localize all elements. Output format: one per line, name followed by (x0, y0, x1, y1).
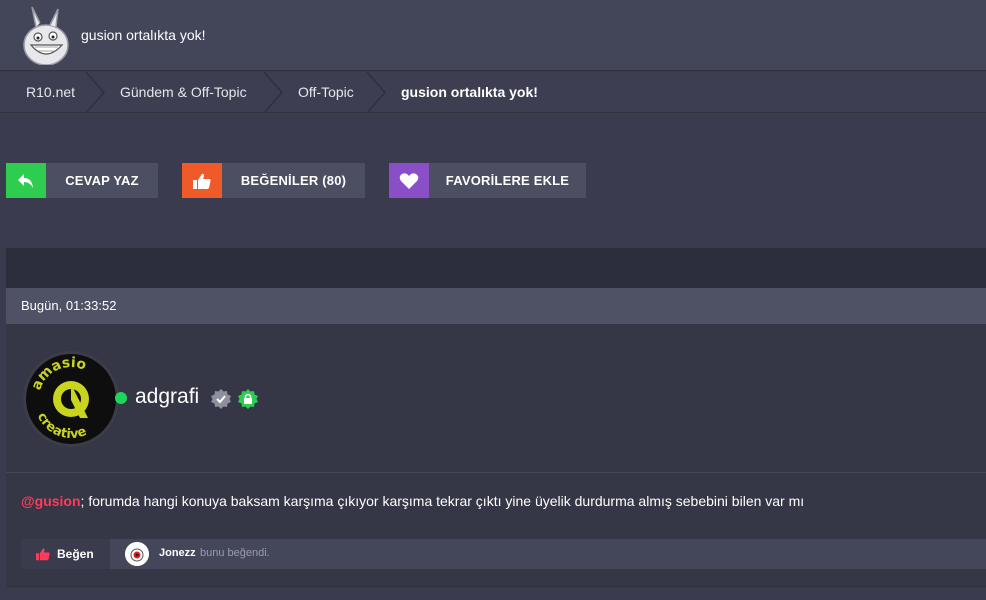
chevron-right-icon (264, 72, 283, 113)
like-button-label: Beğen (57, 547, 94, 561)
like-button[interactable]: Beğen (21, 539, 110, 569)
breadcrumb-item-current: gusion ortalıkta yok! (401, 84, 538, 100)
breadcrumb-item-offtopic[interactable]: Off-Topic (298, 72, 354, 113)
thumbs-up-icon (182, 163, 222, 198)
post-date: Bugün, 01:33:52 (21, 298, 117, 313)
liker-name[interactable]: Jonezz (159, 547, 196, 559)
reply-button[interactable]: CEVAP YAZ (6, 163, 158, 198)
likes-button[interactable]: BEĞENİLER (80) (182, 163, 365, 198)
post-message-text: ; forumda hangi konuya baksam karşıma çı… (80, 493, 805, 509)
liker-text: bunu beğendi. (200, 547, 270, 559)
post-header-band (6, 248, 986, 288)
page-title: gusion ortalıkta yok! (81, 27, 206, 43)
heart-icon (389, 163, 429, 198)
add-favorite-button[interactable]: FAVORİLERE EKLE (389, 163, 586, 198)
breadcrumb-item-home[interactable]: R10.net (26, 72, 75, 113)
liker-avatar[interactable] (125, 542, 149, 566)
post-divider (6, 472, 986, 473)
breadcrumb-item-gundem[interactable]: Gündem & Off-Topic (120, 72, 247, 113)
thumbs-up-icon (36, 548, 50, 561)
online-status-indicator (115, 392, 127, 404)
verified-badge-icon (211, 389, 231, 409)
breadcrumb: R10.net Gündem & Off-Topic Off-Topic gus… (0, 72, 986, 113)
reply-arrow-icon (6, 163, 46, 198)
site-logo-icon[interactable] (20, 5, 72, 65)
post-message: @gusion; forumda hangi konuya baksam kar… (21, 493, 804, 509)
user-mention[interactable]: @gusion (21, 493, 81, 509)
page-bottom (6, 586, 986, 600)
add-favorite-button-label: FAVORİLERE EKLE (445, 173, 570, 188)
user-avatar[interactable]: amasio creative (22, 350, 120, 448)
lock-badge-icon (238, 389, 258, 409)
page-header: gusion ortalıkta yok! (0, 0, 986, 71)
chevron-right-icon (86, 72, 105, 113)
likes-button-label: BEĞENİLER (80) (240, 173, 347, 188)
like-bar: Beğen Jonezz bunu beğendi. (21, 539, 986, 569)
post-date-bar: Bugün, 01:33:52 (6, 288, 986, 324)
chevron-right-icon (367, 72, 386, 113)
reply-button-label: CEVAP YAZ (65, 173, 139, 188)
username[interactable]: adgrafi (135, 385, 199, 409)
